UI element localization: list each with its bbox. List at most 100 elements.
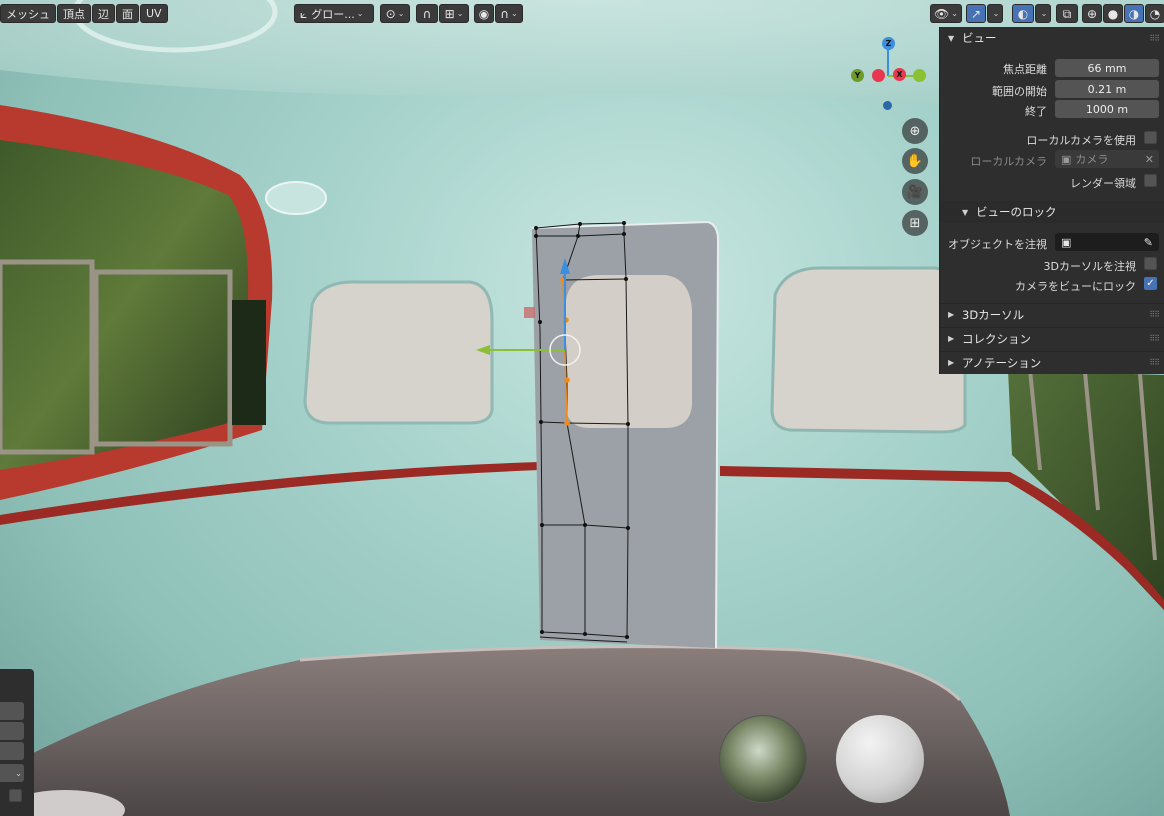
overlay-icon: ◐ bbox=[1017, 6, 1029, 21]
clip-start-field[interactable]: 0.21 m bbox=[1055, 80, 1159, 98]
proportional-edit-button[interactable]: ◉ bbox=[474, 4, 494, 23]
snap-toggle-button[interactable]: ∩ bbox=[416, 4, 438, 23]
solid-shading-icon: ● bbox=[1107, 6, 1119, 21]
xray-icon: ⧉ bbox=[1062, 6, 1072, 21]
panel-annotation[interactable]: ▶ アノテーション ⠿⠿ bbox=[940, 351, 1164, 373]
view-panel-title: ビュー bbox=[962, 31, 997, 45]
proportional-falloff-dropdown[interactable]: ∩ ⌄ bbox=[495, 4, 523, 23]
overlay-dropdown[interactable]: ⌄ bbox=[1035, 4, 1051, 23]
material-shading-icon: ◑ bbox=[1128, 6, 1140, 21]
operator-field-3[interactable] bbox=[0, 742, 24, 760]
hdri-preview-sphere bbox=[719, 715, 807, 803]
transform-orientation-label: グロー... bbox=[311, 7, 355, 21]
lock-cursor-checkbox[interactable] bbox=[1144, 257, 1157, 270]
drag-grip-icon[interactable]: ⠿⠿ bbox=[1149, 310, 1160, 319]
select-mode-menus: メッシュ 頂点 辺 面 UV bbox=[0, 4, 168, 23]
wireframe-shading-button[interactable]: ⊕ bbox=[1082, 4, 1102, 23]
gizmo-neg-x-axis[interactable] bbox=[872, 69, 885, 82]
camera-view-button[interactable]: 🎥 bbox=[902, 179, 928, 205]
operator-dropdown[interactable]: ⌄ bbox=[0, 764, 24, 782]
expand-triangle-icon: ▼ bbox=[962, 207, 969, 217]
chevron-down-icon: ⌄ bbox=[397, 9, 405, 18]
pivot-point-button[interactable]: ⊙ ⌄ bbox=[380, 4, 410, 23]
xray-toggle-button[interactable]: ⧉ bbox=[1056, 4, 1078, 23]
clip-start-label: 範囲の開始 bbox=[992, 85, 1047, 98]
gizmo-icon: ↗ bbox=[970, 6, 982, 21]
zoom-icon: ⊕ bbox=[909, 123, 921, 139]
clip-end-label: 終了 bbox=[1025, 105, 1047, 118]
sidebar-panel: ▼ ビュー ⠿⠿ 焦点距離 66 mm 範囲の開始 0.21 m 終了 1000… bbox=[939, 27, 1164, 374]
gizmo-neg-y-axis[interactable] bbox=[913, 69, 926, 82]
object-icon: ▣ bbox=[1061, 235, 1072, 249]
snap-target-dropdown[interactable]: ⊞ ⌄ bbox=[439, 4, 469, 23]
collapsed-triangle-icon: ▶ bbox=[948, 334, 955, 343]
camera-icon: 🎥 bbox=[906, 184, 924, 200]
clip-end-field[interactable]: 1000 m bbox=[1055, 100, 1159, 118]
visibility-eye-icon: 👁 bbox=[934, 6, 950, 21]
material-shading-button[interactable]: ◑ bbox=[1124, 4, 1144, 23]
eyedropper-icon[interactable]: ✎ bbox=[1144, 236, 1153, 249]
chevron-down-icon: ⌄ bbox=[1040, 9, 1048, 18]
gizmo-toggle-button[interactable]: ↗ bbox=[966, 4, 986, 23]
drag-grip-icon[interactable]: ⠿⠿ bbox=[1149, 334, 1160, 343]
rendered-shading-button[interactable]: ◔ bbox=[1145, 4, 1164, 23]
gizmo-z-axis[interactable]: Z bbox=[882, 37, 895, 50]
render-region-label: レンダー領域 bbox=[1070, 177, 1136, 190]
rendered-shading-icon: ◔ bbox=[1149, 6, 1161, 21]
ortho-toggle-button[interactable]: ⊞ bbox=[902, 210, 928, 236]
lock-camera-checkbox[interactable]: ✓ bbox=[1144, 277, 1157, 290]
clear-x-icon[interactable]: ✕ bbox=[1145, 153, 1154, 166]
local-camera-field[interactable]: ▣ カメラ ✕ bbox=[1055, 150, 1159, 168]
operator-field-1[interactable] bbox=[0, 702, 24, 720]
material-preview-sphere bbox=[836, 715, 924, 803]
gizmo-neg-z-axis[interactable] bbox=[883, 101, 892, 110]
pan-view-button[interactable]: ✋ bbox=[902, 148, 928, 174]
orientation-axes-icon: ⟀ bbox=[300, 6, 308, 21]
ortho-grid-icon: ⊞ bbox=[909, 215, 921, 231]
menu-mesh[interactable]: メッシュ bbox=[0, 4, 56, 23]
operator-checkbox[interactable] bbox=[9, 789, 22, 802]
chevron-down-icon: ⌄ bbox=[511, 9, 518, 18]
view-panel-header[interactable]: ▼ ビュー ⠿⠿ bbox=[940, 27, 1164, 49]
lock-object-field[interactable]: ▣ ✎ bbox=[1055, 233, 1159, 251]
falloff-curve-icon: ∩ bbox=[500, 6, 510, 21]
render-region-checkbox[interactable] bbox=[1144, 174, 1157, 187]
last-operator-panel: ⌄ bbox=[0, 669, 34, 816]
overlay-toggle-button[interactable]: ◐ bbox=[1012, 4, 1034, 23]
panel-3d-cursor[interactable]: ▶ 3Dカーソル ⠿⠿ bbox=[940, 303, 1164, 325]
use-local-camera-label: ローカルカメラを使用 bbox=[1026, 134, 1136, 147]
camera-object-icon: ▣ bbox=[1061, 152, 1072, 166]
wireframe-shading-icon: ⊕ bbox=[1086, 6, 1098, 21]
chevron-down-icon: ⌄ bbox=[15, 768, 22, 778]
transform-orientation-dropdown[interactable]: ⟀ グロー... ⌄ bbox=[294, 4, 374, 23]
expand-triangle-icon: ▼ bbox=[948, 33, 955, 43]
visibility-dropdown[interactable]: 👁 ⌄ bbox=[930, 4, 962, 23]
panel-collection[interactable]: ▶ コレクション ⠿⠿ bbox=[940, 327, 1164, 349]
chevron-down-icon: ⌄ bbox=[992, 9, 1000, 18]
view-lock-panel-header[interactable]: ▼ ビューのロック bbox=[940, 201, 1164, 223]
drag-grip-icon[interactable]: ⠿⠿ bbox=[1149, 34, 1160, 43]
chevron-down-icon: ⌄ bbox=[951, 9, 958, 18]
use-local-camera-checkbox[interactable] bbox=[1144, 131, 1157, 144]
operator-field-2[interactable] bbox=[0, 722, 24, 740]
lock-cursor-label: 3Dカーソルを注視 bbox=[1043, 260, 1136, 273]
gizmo-y-axis[interactable]: Y bbox=[851, 69, 864, 82]
lock-camera-label: カメラをビューにロック bbox=[1015, 280, 1136, 293]
menu-vertex[interactable]: 頂点 bbox=[57, 4, 91, 23]
collapsed-triangle-icon: ▶ bbox=[948, 358, 955, 367]
menu-uv[interactable]: UV bbox=[140, 4, 168, 23]
drag-grip-icon[interactable]: ⠿⠿ bbox=[1149, 358, 1160, 367]
menu-edge[interactable]: 辺 bbox=[92, 4, 115, 23]
collapsed-triangle-icon: ▶ bbox=[948, 310, 955, 319]
gizmo-dropdown[interactable]: ⌄ bbox=[987, 4, 1003, 23]
local-camera-label: ローカルカメラ bbox=[970, 155, 1047, 168]
pan-hand-icon: ✋ bbox=[906, 153, 924, 169]
proportional-edit-icon: ◉ bbox=[478, 6, 490, 21]
lock-object-label: オブジェクトを注視 bbox=[948, 238, 1047, 251]
panel-collection-title: コレクション bbox=[962, 331, 1031, 346]
zoom-view-button[interactable]: ⊕ bbox=[902, 118, 928, 144]
focal-length-field[interactable]: 66 mm bbox=[1055, 59, 1159, 77]
gizmo-x-axis[interactable]: X bbox=[893, 68, 906, 81]
menu-face[interactable]: 面 bbox=[116, 4, 139, 23]
solid-shading-button[interactable]: ● bbox=[1103, 4, 1123, 23]
